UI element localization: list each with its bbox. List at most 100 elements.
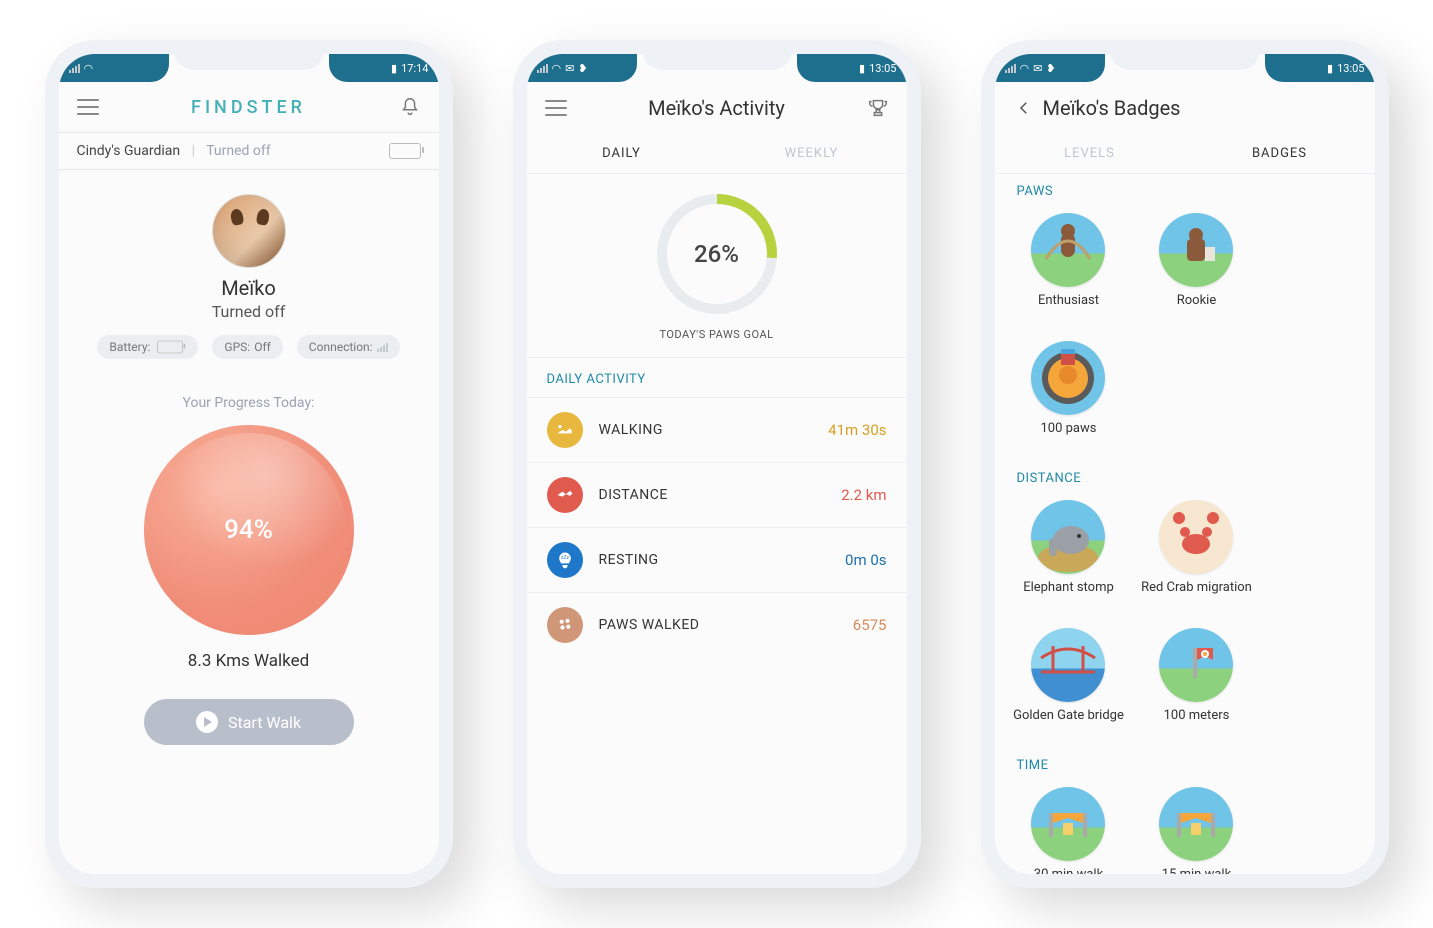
battery-icon: [158, 341, 184, 354]
chip-gps-label: GPS:: [224, 340, 250, 354]
activity-value: 2.2 km: [841, 486, 886, 504]
activity-label: WALKING: [599, 422, 829, 438]
tab-levels[interactable]: LEVELS: [995, 134, 1185, 173]
badge-item[interactable]: Red Crab migration: [1132, 492, 1260, 620]
signal-icon: [377, 342, 388, 352]
badge-label: Golden Gate bridge: [1013, 708, 1124, 740]
status-right: ▮ 13:05: [1265, 54, 1375, 82]
notch: [642, 40, 792, 70]
tab-badges[interactable]: BADGES: [1185, 134, 1375, 173]
goal-percent: 26%: [694, 240, 739, 268]
activity-label: RESTING: [599, 552, 846, 568]
bell-icon[interactable]: [399, 96, 421, 118]
pet-name: Meïko: [221, 276, 276, 300]
wifi-icon: ◠: [1020, 62, 1030, 75]
badge-item[interactable]: Rookie: [1132, 205, 1260, 333]
activity-icon: zZz: [547, 542, 583, 578]
badge-icon: [1031, 628, 1105, 702]
badge-icon: [1031, 500, 1105, 574]
badge-icon: [1031, 213, 1105, 287]
badge-item[interactable]: 30 min walk: [1005, 779, 1133, 874]
badges-tabs: LEVELS BADGES: [995, 134, 1375, 174]
progress-title: Your Progress Today:: [59, 395, 439, 411]
badge-grid: Elephant stomp Red Crab migration Golden…: [995, 492, 1375, 748]
status-time: 13:05: [869, 62, 896, 75]
svg-text:zZz: zZz: [561, 555, 569, 561]
activity-list: WALKING 41m 30s DISTANCE 2.2 km zZz REST…: [527, 397, 907, 657]
badge-item[interactable]: 15 min walk: [1132, 779, 1260, 874]
badge-category-head: DISTANCE: [995, 461, 1375, 492]
activity-row[interactable]: DISTANCE 2.2 km: [527, 462, 907, 527]
back-button[interactable]: [1013, 97, 1035, 119]
badge-grid: 30 min walk 15 min walk: [995, 779, 1375, 874]
phone-home: ◠ ▮ 17:14 FINDSTER Cindy's Guardian | Tu…: [45, 40, 453, 888]
tab-weekly[interactable]: WEEKLY: [717, 134, 907, 173]
start-walk-button[interactable]: Start Walk: [144, 699, 354, 745]
signal-icon: [1005, 63, 1016, 73]
battery-icon: [389, 143, 421, 159]
badge-label: Rookie: [1177, 293, 1216, 325]
notch: [1110, 40, 1260, 70]
pet-avatar[interactable]: [212, 194, 286, 268]
badge-icon: [1031, 787, 1105, 861]
wifi-icon: ◠: [552, 62, 562, 75]
activity-row[interactable]: PAWS WALKED 6575: [527, 592, 907, 657]
badge-label: 30 min walk: [1034, 867, 1103, 874]
guardian-info: Cindy's Guardian | Turned off: [77, 143, 271, 159]
badge-item[interactable]: 100 meters: [1132, 620, 1260, 748]
bird-icon: ❥: [1046, 62, 1055, 75]
guardian-bar: Cindy's Guardian | Turned off: [59, 132, 439, 170]
activity-value: 0m 0s: [845, 551, 886, 569]
status-left: ◠: [59, 54, 169, 82]
chevron-left-icon: [1015, 99, 1033, 117]
wifi-icon: ◠: [84, 62, 94, 75]
activity-label: DISTANCE: [599, 487, 842, 503]
menu-icon[interactable]: [545, 100, 567, 116]
activity-icon: [547, 412, 583, 448]
badge-label: 100 meters: [1164, 708, 1230, 740]
activity-icon: [547, 607, 583, 643]
status-time: 17:14: [401, 62, 428, 75]
badge-item[interactable]: Elephant stomp: [1005, 492, 1133, 620]
status-right: ▮ 17:14: [329, 54, 439, 82]
progress-percent: 94%: [224, 515, 273, 545]
chip-connection: Connection:: [297, 335, 400, 359]
activity-value: 6575: [853, 616, 887, 634]
status-time: 13:05: [1337, 62, 1364, 75]
badge-icon: [1159, 500, 1233, 574]
guardian-name: Cindy's Guardian: [77, 143, 181, 159]
battery-status-icon: ▮: [391, 62, 397, 75]
signal-icon: [537, 63, 548, 73]
activity-row[interactable]: WALKING 41m 30s: [527, 397, 907, 462]
signal-icon: [69, 63, 80, 73]
badge-label: Elephant stomp: [1023, 580, 1114, 612]
badge-item[interactable]: Golden Gate bridge: [1005, 620, 1133, 748]
activity-row[interactable]: zZz RESTING 0m 0s: [527, 527, 907, 592]
status-right: ▮ 13:05: [797, 54, 907, 82]
page-title: Meïko's Activity: [567, 96, 867, 120]
badge-icon: [1159, 787, 1233, 861]
badge-scroll[interactable]: PAWS Enthusiast Rookie 100 pawsDISTANCE …: [995, 174, 1375, 874]
badge-item[interactable]: Enthusiast: [1005, 205, 1133, 333]
brand-logo: FINDSTER: [191, 97, 306, 118]
chip-battery: Battery:: [97, 335, 198, 359]
status-left: ◠ ✉ ❥: [995, 54, 1105, 82]
trophy-icon[interactable]: [867, 97, 889, 119]
separator: |: [192, 143, 195, 159]
badge-icon: [1159, 628, 1233, 702]
status-left: ◠ ✉ ❥: [527, 54, 637, 82]
goal-label: TODAY'S PAWS GOAL: [659, 328, 773, 341]
tab-daily[interactable]: DAILY: [527, 134, 717, 173]
app-bar: Meïko's Activity: [527, 82, 907, 134]
badge-grid: Enthusiast Rookie 100 paws: [995, 205, 1375, 461]
guardian-status: Turned off: [206, 143, 270, 159]
message-icon: ✉: [565, 62, 574, 75]
badge-icon: [1159, 213, 1233, 287]
goal-ring: 26%: [657, 194, 777, 314]
message-icon: ✉: [1033, 62, 1042, 75]
play-icon: [196, 711, 218, 733]
menu-icon[interactable]: [77, 99, 99, 115]
section-daily-activity: DAILY ACTIVITY: [527, 357, 907, 397]
badge-item[interactable]: 100 paws: [1005, 333, 1133, 461]
chip-gps-value: Off: [254, 340, 271, 354]
